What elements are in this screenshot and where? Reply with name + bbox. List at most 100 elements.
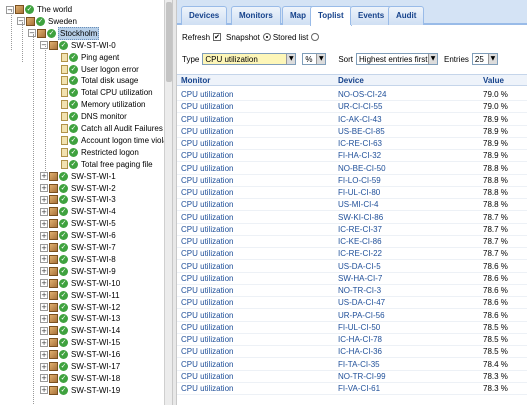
device-cell[interactable]: FI-TA-CI-35 xyxy=(338,359,380,371)
monitor-cell[interactable]: CPU utilization xyxy=(181,236,233,248)
snapshot-radio[interactable] xyxy=(262,33,271,41)
table-row[interactable]: CPU utilization IC-RE-CI-37 78.7 % xyxy=(177,224,527,236)
expand-icon[interactable]: + xyxy=(40,350,48,359)
monitor-cell[interactable]: CPU utilization xyxy=(181,126,233,138)
expand-icon[interactable]: + xyxy=(40,184,48,192)
monitor-cell[interactable]: CPU utilization xyxy=(181,150,233,162)
device-cell[interactable]: US-BE-CI-85 xyxy=(338,126,385,138)
tree-node-check[interactable]: ✓ Total disk usage xyxy=(61,75,139,86)
unit-select[interactable]: % ▼ xyxy=(302,53,327,65)
expand-icon[interactable]: + xyxy=(40,386,48,395)
table-row[interactable]: CPU utilization US-BE-CI-85 78.9 % xyxy=(177,126,527,138)
tree-node-server[interactable]: + ✓ SW-ST-WI-17 xyxy=(40,361,121,372)
tree-node-check[interactable]: ✓ Ping agent xyxy=(61,52,120,63)
tree-node-server[interactable]: + ✓ SW-ST-WI-13 xyxy=(40,313,121,324)
column-header-monitor[interactable]: Monitor xyxy=(181,75,210,86)
device-cell[interactable]: NO-TR-CI-99 xyxy=(338,371,386,383)
tree-node-check[interactable]: ✓ Memory utilization xyxy=(61,99,146,110)
device-cell[interactable]: IC-KE-CI-86 xyxy=(338,236,382,248)
collapse-icon[interactable]: − xyxy=(17,17,25,26)
expand-icon[interactable]: + xyxy=(40,231,48,240)
monitor-cell[interactable]: CPU utilization xyxy=(181,261,233,273)
device-cell[interactable]: FI-LO-CI-59 xyxy=(338,175,381,187)
table-row[interactable]: CPU utilization NO-TR-CI-99 78.3 % xyxy=(177,371,527,383)
table-row[interactable]: CPU utilization FI-UL-CI-50 78.5 % xyxy=(177,322,527,334)
monitor-cell[interactable]: CPU utilization xyxy=(181,224,233,236)
monitor-cell[interactable]: CPU utilization xyxy=(181,212,233,224)
device-cell[interactable]: UR-CI-CI-55 xyxy=(338,101,382,113)
device-cell[interactable]: US-MI-CI-4 xyxy=(338,199,378,211)
table-row[interactable]: CPU utilization FI-UL-CI-80 78.8 % xyxy=(177,187,527,199)
tree-node-server[interactable]: + ✓ SW-ST-WI-8 xyxy=(40,254,117,265)
tree-node-server[interactable]: + ✓ SW-ST-WI-7 xyxy=(40,242,117,253)
expand-icon[interactable]: + xyxy=(40,243,48,252)
device-cell[interactable]: IC-RE-CI-22 xyxy=(338,248,382,260)
device-cell[interactable]: SW-KI-CI-86 xyxy=(338,212,383,224)
device-cell[interactable]: FI-UL-CI-80 xyxy=(338,187,380,199)
expand-icon[interactable]: + xyxy=(40,291,48,300)
tree-node-root[interactable]: − ✓ The world xyxy=(6,4,73,15)
stored-list-radio[interactable] xyxy=(311,33,320,41)
table-row[interactable]: CPU utilization IC-HA-CI-78 78.5 % xyxy=(177,334,527,346)
device-cell[interactable]: IC-RE-CI-63 xyxy=(338,138,382,150)
tree-node-server[interactable]: + ✓ SW-ST-WI-18 xyxy=(40,373,121,384)
table-row[interactable]: CPU utilization FI-HA-CI-32 78.9 % xyxy=(177,150,527,163)
tree-node-server[interactable]: + ✓ SW-ST-WI-12 xyxy=(40,302,121,313)
table-row[interactable]: CPU utilization US-MI-CI-4 78.8 % xyxy=(177,199,527,212)
monitor-cell[interactable]: CPU utilization xyxy=(181,383,233,395)
monitor-cell[interactable]: CPU utilization xyxy=(181,371,233,383)
monitor-cell[interactable]: CPU utilization xyxy=(181,138,233,150)
sort-select[interactable]: Highest entries first ▼ xyxy=(356,53,439,65)
tree-node-check[interactable]: ✓ Total free paging file xyxy=(61,159,154,170)
table-row[interactable]: CPU utilization FI-TA-CI-35 78.4 % xyxy=(177,359,527,371)
monitor-cell[interactable]: CPU utilization xyxy=(181,89,233,101)
device-cell[interactable]: SW-HA-CI-7 xyxy=(338,273,382,285)
tab-audit[interactable]: Audit xyxy=(388,6,425,25)
device-cell[interactable]: IC-HA-CI-78 xyxy=(338,334,382,346)
device-cell[interactable]: IC-RE-CI-37 xyxy=(338,224,382,236)
expand-icon[interactable]: + xyxy=(40,255,48,264)
tree-node-server[interactable]: + ✓ SW-ST-WI-5 xyxy=(40,218,117,229)
monitor-cell[interactable]: CPU utilization xyxy=(181,114,233,126)
monitor-cell[interactable]: CPU utilization xyxy=(181,187,233,199)
device-cell[interactable]: FI-UL-CI-50 xyxy=(338,322,380,334)
expand-icon[interactable]: + xyxy=(40,172,48,181)
table-row[interactable]: CPU utilization US-DA-CI-5 78.6 % xyxy=(177,261,527,273)
table-row[interactable]: CPU utilization IC-AK-CI-43 78.9 % xyxy=(177,114,527,126)
tree-node-server[interactable]: + ✓ SW-ST-WI-10 xyxy=(40,278,121,289)
monitor-cell[interactable]: CPU utilization xyxy=(181,322,233,334)
tab-events[interactable]: Events xyxy=(350,6,393,25)
table-row[interactable]: CPU utilization IC-HA-CI-36 78.5 % xyxy=(177,346,527,359)
entries-select[interactable]: 25 ▼ xyxy=(471,53,498,65)
device-cell[interactable]: NO-BE-CI-50 xyxy=(338,163,386,175)
table-row[interactable]: CPU utilization FI-LO-CI-59 78.8 % xyxy=(177,175,527,187)
device-cell[interactable]: US-DA-CI-47 xyxy=(338,297,385,309)
monitor-cell[interactable]: CPU utilization xyxy=(181,310,233,322)
expand-icon[interactable]: + xyxy=(40,314,48,323)
refresh-checkbox[interactable]: ✔ xyxy=(213,33,222,41)
expand-icon[interactable]: + xyxy=(40,267,48,276)
table-row[interactable]: CPU utilization SW-KI-CI-86 78.7 % xyxy=(177,212,527,224)
monitor-cell[interactable]: CPU utilization xyxy=(181,346,233,358)
column-header-device[interactable]: Device xyxy=(338,75,364,86)
tree-node-server[interactable]: + ✓ SW-ST-WI-15 xyxy=(40,337,121,348)
monitor-cell[interactable]: CPU utilization xyxy=(181,199,233,211)
expand-icon[interactable]: + xyxy=(40,326,48,335)
monitor-cell[interactable]: CPU utilization xyxy=(181,101,233,113)
tab-devices[interactable]: Devices xyxy=(181,6,228,25)
expand-icon[interactable]: + xyxy=(40,207,48,216)
tree-node-server[interactable]: + ✓ SW-ST-WI-14 xyxy=(40,325,121,336)
monitor-cell[interactable]: CPU utilization xyxy=(181,334,233,346)
device-cell[interactable]: NO-TR-CI-3 xyxy=(338,285,381,297)
collapse-icon[interactable]: − xyxy=(40,41,48,50)
table-row[interactable]: CPU utilization US-DA-CI-47 78.6 % xyxy=(177,297,527,310)
expand-icon[interactable]: + xyxy=(40,195,48,204)
monitor-cell[interactable]: CPU utilization xyxy=(181,248,233,260)
expand-icon[interactable]: + xyxy=(40,362,48,371)
table-row[interactable]: CPU utilization FI-VA-CI-61 78.3 % xyxy=(177,383,527,395)
table-row[interactable]: CPU utilization IC-RE-CI-63 78.9 % xyxy=(177,138,527,150)
tree-node-server[interactable]: + ✓ SW-ST-WI-1 xyxy=(40,171,117,182)
expand-icon[interactable]: + xyxy=(40,338,48,347)
device-cell[interactable]: FI-VA-CI-61 xyxy=(338,383,380,395)
monitor-cell[interactable]: CPU utilization xyxy=(181,175,233,187)
